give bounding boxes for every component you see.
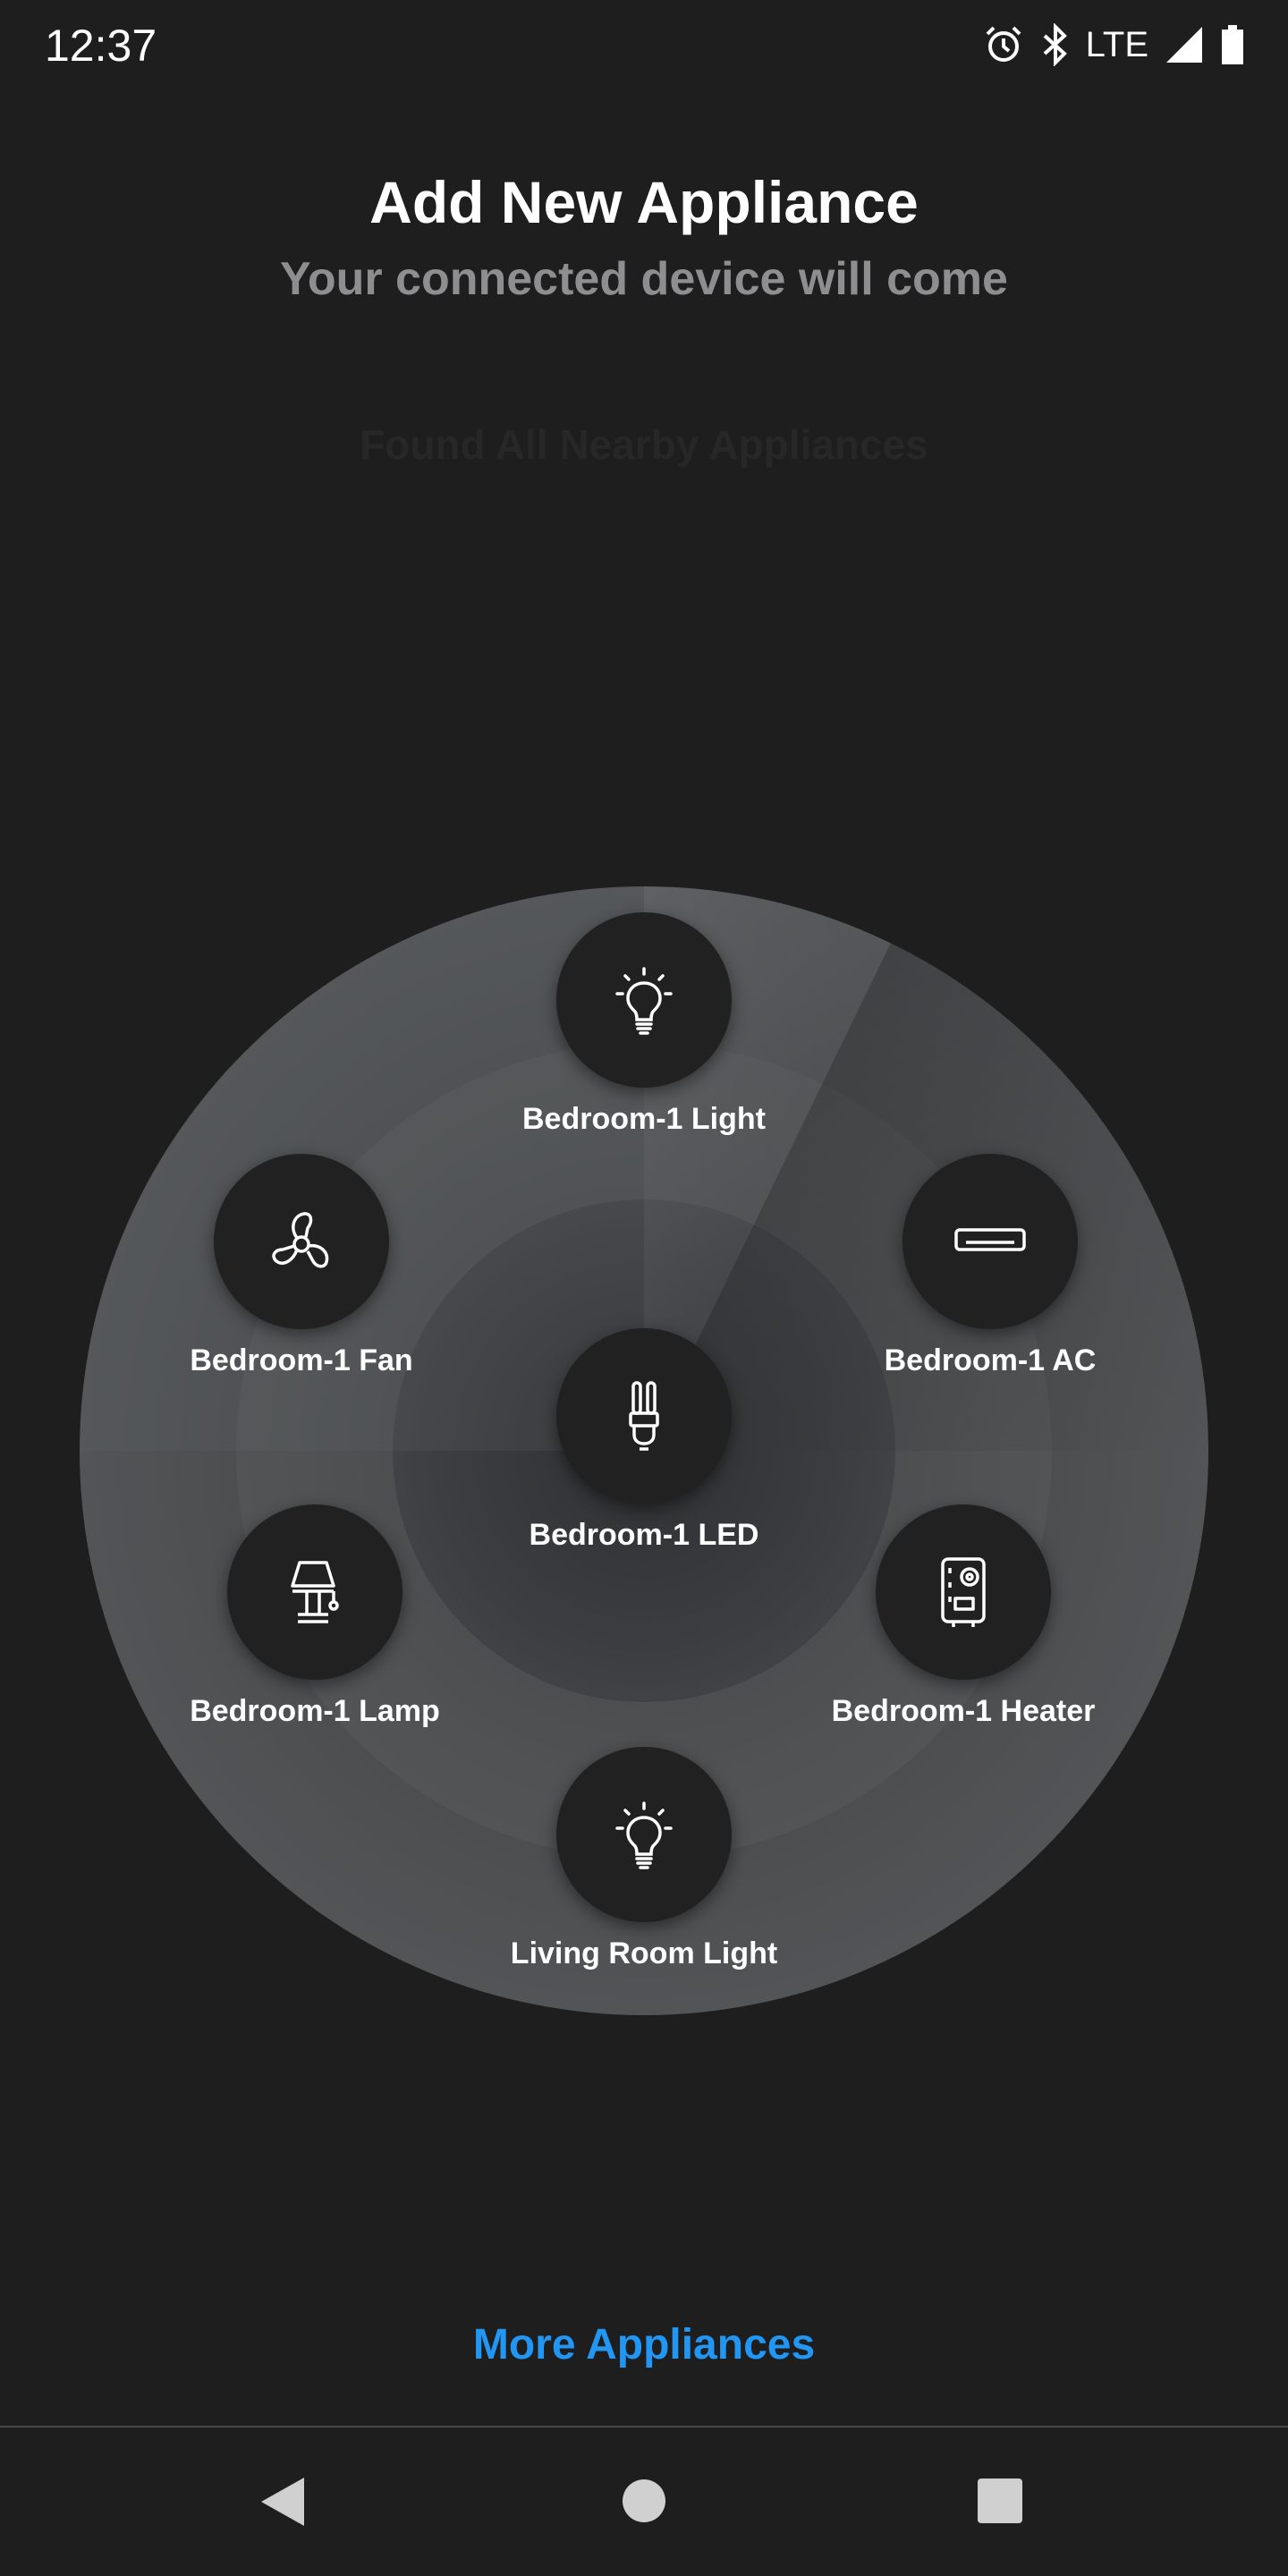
device-living-room-light[interactable]: Living Room Light <box>465 1747 823 1979</box>
fan-icon <box>261 1201 342 1282</box>
heater-icon <box>923 1552 1004 1632</box>
device-label: Bedroom-1 Fan <box>190 1343 413 1377</box>
network-type: LTE <box>1085 24 1148 64</box>
bulb-icon <box>604 1794 684 1875</box>
device-label: Bedroom-1 Lamp <box>190 1694 440 1728</box>
device-bedroom-1-ac[interactable]: Bedroom-1 AC <box>811 1154 1169 1386</box>
device-label: Bedroom-1 LED <box>529 1518 759 1552</box>
led-icon <box>604 1376 684 1456</box>
device-label: Bedroom-1 Light <box>522 1102 766 1136</box>
device-bedroom-1-lamp[interactable]: Bedroom-1 Lamp <box>136 1504 494 1737</box>
page-title: Add New Appliance <box>369 169 919 235</box>
device-bedroom-1-led[interactable]: Bedroom-1 LED <box>465 1328 823 1561</box>
device-icon-button[interactable] <box>227 1504 402 1680</box>
device-bedroom-1-fan[interactable]: Bedroom-1 Fan <box>123 1154 480 1386</box>
navigation-bar <box>0 2428 1288 2576</box>
device-icon-button[interactable] <box>556 1328 732 1504</box>
ac-icon <box>950 1201 1030 1282</box>
device-icon-button[interactable] <box>214 1154 389 1329</box>
status-icons: LTE <box>982 20 1245 70</box>
lamp-icon <box>275 1552 355 1632</box>
page-subtitle: Your connected device will come <box>280 253 1008 305</box>
found-status-text: Found All Nearby Appliances <box>360 421 928 468</box>
device-label: Living Room Light <box>510 1936 778 1970</box>
signal-icon <box>1165 25 1204 64</box>
device-label: Bedroom-1 Heater <box>831 1694 1096 1728</box>
status-bar: 12:37 LTE <box>0 0 1288 89</box>
device-icon-button[interactable] <box>902 1154 1078 1329</box>
back-icon[interactable] <box>258 2474 308 2529</box>
bluetooth-icon <box>1041 23 1070 66</box>
battery-icon <box>1220 23 1245 66</box>
device-icon-button[interactable] <box>876 1504 1051 1680</box>
device-icon-button[interactable] <box>556 1747 732 1922</box>
device-bedroom-1-heater[interactable]: Bedroom-1 Heater <box>784 1504 1142 1737</box>
home-icon[interactable] <box>621 2478 667 2524</box>
device-label: Bedroom-1 AC <box>884 1343 1097 1377</box>
device-icon-button[interactable] <box>556 912 732 1088</box>
device-bedroom-1-light[interactable]: Bedroom-1 Light <box>465 912 823 1145</box>
bulb-icon <box>604 960 684 1040</box>
recents-icon[interactable] <box>977 2478 1023 2524</box>
alarm-icon <box>982 23 1025 66</box>
more-appliances-button[interactable]: More Appliances <box>0 2320 1288 2369</box>
status-time: 12:37 <box>45 21 157 71</box>
